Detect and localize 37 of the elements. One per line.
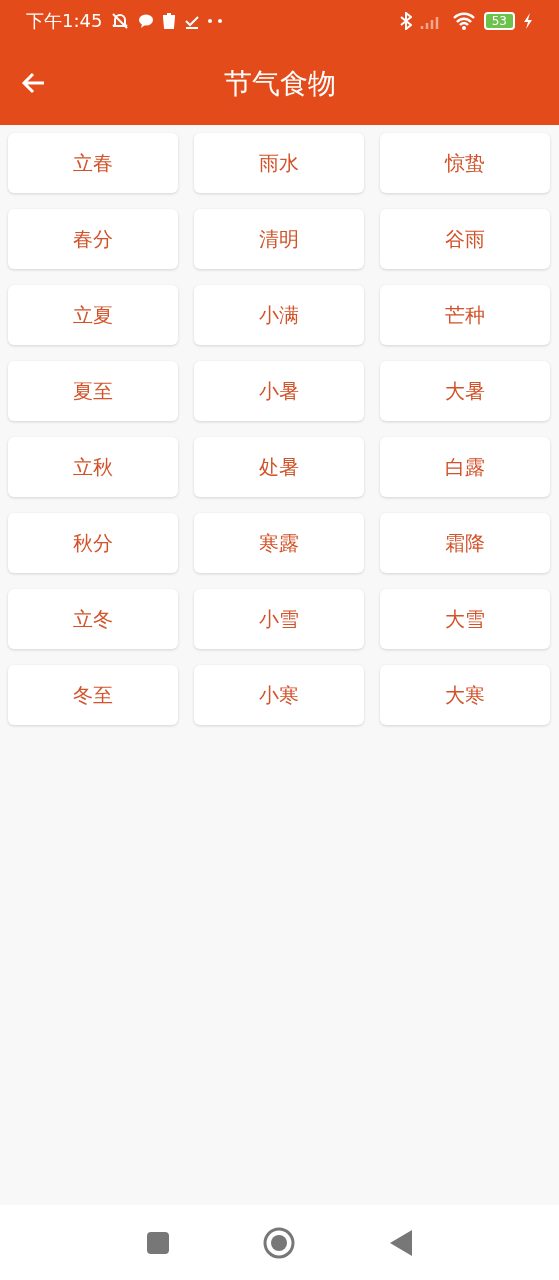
back-icon[interactable] [389, 1229, 412, 1256]
solar-term-button[interactable]: 寒露 [194, 513, 364, 573]
solar-term-button[interactable]: 雨水 [194, 133, 364, 193]
solar-term-button[interactable]: 春分 [8, 209, 178, 269]
solar-term-button[interactable]: 小寒 [194, 665, 364, 725]
wifi-icon [451, 12, 476, 30]
recent-apps-icon[interactable] [147, 1231, 170, 1254]
status-time: 下午1:45 [26, 9, 103, 33]
solar-term-button[interactable]: 清明 [194, 209, 364, 269]
solar-term-button[interactable]: 秋分 [8, 513, 178, 573]
solar-term-button[interactable]: 芒种 [380, 285, 550, 345]
trash-icon [162, 13, 177, 29]
solar-term-button[interactable]: 立夏 [8, 285, 178, 345]
solar-term-button[interactable]: 小雪 [194, 589, 364, 649]
solar-term-button[interactable]: 大暑 [380, 361, 550, 421]
solar-term-button[interactable]: 大雪 [380, 589, 550, 649]
solar-term-button[interactable]: 冬至 [8, 665, 178, 725]
bluetooth-icon [399, 12, 412, 30]
solar-term-button[interactable]: 谷雨 [380, 209, 550, 269]
solar-term-button[interactable]: 小满 [194, 285, 364, 345]
download-icon [184, 13, 201, 29]
solar-term-button[interactable]: 处暑 [194, 437, 364, 497]
solar-term-button[interactable]: 立春 [8, 133, 178, 193]
page-title: 节气食物 [223, 65, 336, 102]
battery-indicator: 53 [483, 12, 515, 30]
solar-term-button[interactable]: 立冬 [8, 589, 178, 649]
charging-icon [523, 13, 533, 29]
solar-term-button[interactable]: 立秋 [8, 437, 178, 497]
solar-term-button[interactable]: 大寒 [380, 665, 550, 725]
solar-term-button[interactable]: 惊蛰 [380, 133, 550, 193]
home-icon[interactable] [263, 1226, 296, 1259]
solar-term-button[interactable]: 白露 [380, 437, 550, 497]
solar-term-button[interactable]: 小暑 [194, 361, 364, 421]
chat-icon [138, 13, 155, 29]
more-icon [208, 19, 223, 23]
solar-term-button[interactable]: 霜降 [380, 513, 550, 573]
solar-term-button[interactable]: 夏至 [8, 361, 178, 421]
